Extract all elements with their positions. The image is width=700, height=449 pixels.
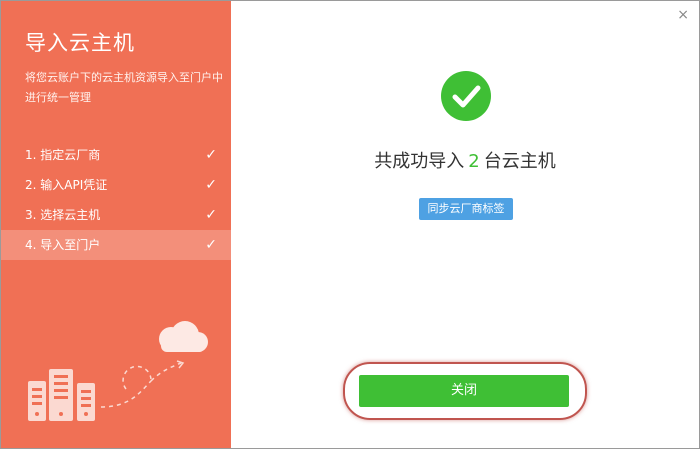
wizard-sidebar: 导入云主机 将您云账户下的云主机资源导入至门户中进行统一管理 1. 指定云厂商 … — [1, 1, 231, 448]
step-label: 1. 指定云厂商 — [25, 148, 101, 162]
step-import-to-portal: 4. 导入至门户 ✓ — [1, 230, 231, 260]
step-select-hosts: 3. 选择云主机 ✓ — [1, 200, 231, 230]
step-label: 4. 导入至门户 — [25, 238, 101, 252]
server-cloud-illustration-icon — [28, 321, 208, 421]
step-specify-vendor: 1. 指定云厂商 ✓ — [1, 140, 231, 170]
sidebar-title: 导入云主机 — [25, 31, 135, 55]
sidebar-description: 将您云账户下的云主机资源导入至门户中进行统一管理 — [25, 71, 223, 104]
check-icon: ✓ — [205, 177, 217, 193]
import-dialog: 导入云主机 将您云账户下的云主机资源导入至门户中进行统一管理 1. 指定云厂商 … — [0, 0, 700, 449]
check-icon: ✓ — [205, 147, 217, 163]
close-button[interactable]: 关闭 — [359, 375, 569, 407]
imported-count: 2 — [468, 151, 480, 172]
wizard-content: × 共成功导入 2 台云主机 同步云厂商标签 关闭 — [231, 1, 699, 448]
check-icon: ✓ — [205, 237, 217, 253]
headline-prefix: 共成功导入 — [374, 151, 465, 172]
step-label: 3. 选择云主机 — [25, 208, 101, 222]
sync-vendor-tags-button[interactable]: 同步云厂商标签 — [419, 198, 513, 220]
wizard-steps: 1. 指定云厂商 ✓ 2. 输入API凭证 ✓ 3. 选择云主机 ✓ 4. 导入… — [1, 140, 231, 260]
close-icon[interactable]: × — [677, 7, 689, 23]
check-icon: ✓ — [205, 207, 217, 223]
checkmark-icon — [452, 85, 481, 108]
step-label: 2. 输入API凭证 — [25, 178, 108, 192]
import-result-headline: 共成功导入 2 台云主机 — [231, 147, 699, 173]
check-circle-icon — [441, 71, 491, 121]
step-enter-api-credentials: 2. 输入API凭证 ✓ — [1, 170, 231, 200]
headline-suffix: 台云主机 — [483, 151, 556, 172]
